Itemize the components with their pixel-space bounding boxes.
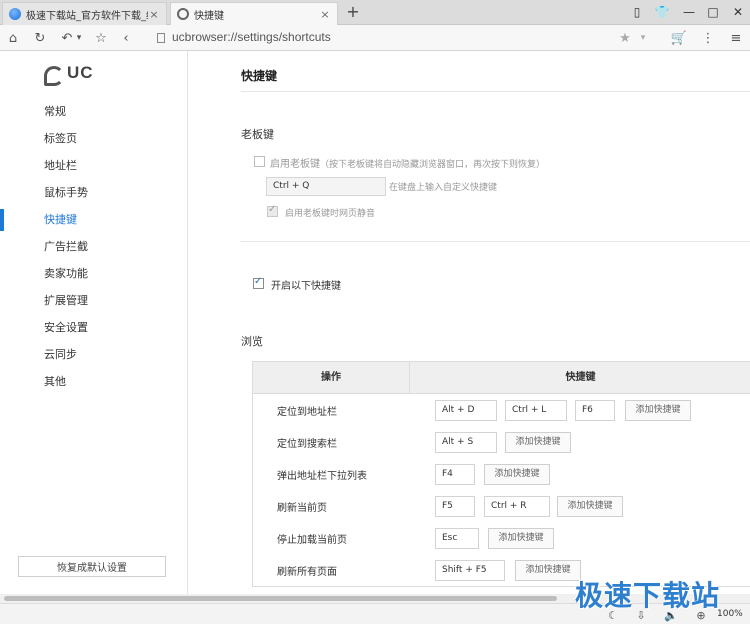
shortcut-key[interactable]: F6 — [575, 400, 615, 421]
section-title-boss-key: 老板键 — [241, 128, 274, 141]
add-shortcut-button[interactable]: 添加快捷键 — [557, 496, 623, 517]
sidebar-item-extensions[interactable]: 扩展管理 — [0, 290, 187, 312]
back-icon[interactable]: ‹ — [117, 29, 135, 47]
row-action: 定位到地址栏 — [277, 407, 337, 418]
shortcut-key[interactable]: Alt + D — [435, 400, 497, 421]
row-action: 定位到搜索栏 — [277, 439, 337, 450]
table-row: 刷新当前页 F5 Ctrl + R 添加快捷键 — [253, 490, 750, 522]
close-window-button[interactable]: ✕ — [729, 4, 747, 20]
add-shortcut-button[interactable]: 添加快捷键 — [484, 464, 550, 485]
row-action: 停止加载当前页 — [277, 535, 347, 546]
column-header-shortcut: 快捷键 — [565, 372, 596, 383]
tab-shortcuts[interactable]: 快捷键 × — [170, 2, 338, 25]
menu-icon[interactable]: ⋮ — [699, 29, 717, 47]
star-icon[interactable]: ☆ — [92, 29, 110, 47]
sidebar-item-tabs[interactable]: 标签页 — [0, 128, 187, 150]
settings-content: 快捷键 老板键 启用老板键（按下老板键将自动隐藏浏览器窗口，再次按下则恢复） C… — [189, 51, 750, 594]
minimize-button[interactable]: — — [680, 4, 698, 20]
tab-title: 快捷键 — [194, 10, 224, 22]
add-shortcut-button[interactable]: 添加快捷键 — [625, 400, 691, 421]
logo-text: UC — [67, 63, 94, 82]
table-row: 弹出地址栏下拉列表 F4 添加快捷键 — [253, 458, 750, 490]
enable-boss-key-text: 启用老板键 — [270, 159, 320, 170]
tab-title: 极速下载站_官方软件下载_绿色 — [26, 10, 148, 22]
hamburger-icon[interactable]: ≡ — [727, 29, 745, 47]
shortcut-key[interactable]: Esc — [435, 528, 479, 549]
bookmark-star-icon[interactable]: ★ — [616, 29, 634, 47]
shortcut-key[interactable]: Alt + S — [435, 432, 497, 453]
row-action: 刷新所有页面 — [277, 567, 337, 578]
shortcut-key[interactable]: Shift + F5 — [435, 560, 505, 581]
enable-shortcuts-checkbox[interactable] — [253, 276, 264, 289]
zoom-level[interactable]: 100% — [717, 609, 743, 619]
shortcut-key[interactable]: Ctrl + L — [505, 400, 567, 421]
sidebar-item-seller[interactable]: 卖家功能 — [0, 263, 187, 285]
address-input[interactable]: ucbrowser://settings/shortcuts — [172, 30, 331, 44]
shortcut-key[interactable]: F5 — [435, 496, 475, 517]
sidebar-item-general[interactable]: 常规 — [0, 101, 187, 123]
enable-boss-key-note: （按下老板键将自动隐藏浏览器窗口，再次按下则恢复） — [320, 160, 546, 170]
add-shortcut-button[interactable]: 添加快捷键 — [515, 560, 581, 581]
squirrel-logo-icon — [42, 63, 64, 86]
table-row: 定位到搜索栏 Alt + S 添加快捷键 — [253, 426, 750, 458]
enable-shortcuts-label: 开启以下快捷键 — [271, 281, 341, 292]
chevron-down-icon[interactable]: ▾ — [70, 29, 88, 47]
divider — [241, 241, 750, 242]
row-action: 刷新当前页 — [277, 503, 327, 514]
globe-icon — [9, 8, 21, 20]
sidebar-item-mouse-gestures[interactable]: 鼠标手势 — [0, 182, 187, 204]
close-icon[interactable]: × — [319, 8, 331, 21]
boss-key-hint: 在键盘上输入自定义快捷键 — [389, 183, 498, 193]
boss-key-input[interactable]: Ctrl + Q — [266, 177, 386, 196]
page-icon — [157, 33, 165, 43]
scrollbar-thumb[interactable] — [4, 596, 557, 601]
shortcuts-table: 操作 快捷键 定位到地址栏 Alt + D Ctrl + L F6 添加快捷键 … — [252, 361, 750, 587]
table-header: 操作 快捷键 — [253, 362, 750, 394]
new-tab-button[interactable]: + — [344, 3, 362, 21]
sidebar-item-security[interactable]: 安全设置 — [0, 317, 187, 339]
shirt-skin-icon[interactable]: 👕 — [653, 4, 671, 20]
tab-download-site[interactable]: 极速下载站_官方软件下载_绿色 × — [2, 2, 167, 25]
enable-boss-key-checkbox[interactable] — [254, 156, 265, 167]
tab-strip: 极速下载站_官方软件下载_绿色 × 快捷键 × + ▯ 👕 — □ ✕ — [0, 0, 750, 25]
sidebar-item-address-bar[interactable]: 地址栏 — [0, 155, 187, 177]
maximize-button[interactable]: □ — [704, 4, 722, 20]
mute-on-boss-key-label: 启用老板键时网页静音 — [285, 209, 376, 219]
sidebar-item-ad-block[interactable]: 广告拦截 — [0, 236, 187, 258]
address-toolbar: ⌂ ↻ ↶ ▾ ☆ ‹ ucbrowser://settings/shortcu… — [0, 25, 750, 51]
reload-icon[interactable]: ↻ — [31, 29, 49, 47]
row-action: 弹出地址栏下拉列表 — [277, 471, 367, 482]
page-title: 快捷键 — [241, 69, 278, 83]
sidebar-item-cloud-sync[interactable]: 云同步 — [0, 344, 187, 366]
settings-sidebar: UC 常规 标签页 地址栏 鼠标手势 快捷键 广告拦截 卖家功能 扩展管理 安全… — [0, 51, 188, 594]
sidebar-item-shortcuts[interactable]: 快捷键 — [0, 209, 187, 231]
divider — [241, 91, 750, 92]
chevron-down-icon[interactable]: ▾ — [634, 29, 652, 47]
home-icon[interactable]: ⌂ — [4, 29, 22, 47]
section-title-browse: 浏览 — [241, 335, 263, 348]
uc-logo: UC — [42, 63, 94, 86]
gear-icon — [177, 8, 189, 20]
table-row: 定位到地址栏 Alt + D Ctrl + L F6 添加快捷键 — [253, 394, 750, 426]
shortcut-key[interactable]: Ctrl + R — [484, 496, 550, 517]
tile-windows-icon[interactable]: ▯ — [628, 4, 646, 20]
table-row: 停止加载当前页 Esc 添加快捷键 — [253, 522, 750, 554]
add-shortcut-button[interactable]: 添加快捷键 — [505, 432, 571, 453]
column-header-action: 操作 — [253, 362, 410, 394]
sidebar-item-other[interactable]: 其他 — [0, 371, 187, 393]
mute-on-boss-key-checkbox[interactable] — [267, 204, 278, 217]
enable-boss-key-label: 启用老板键（按下老板键将自动隐藏浏览器窗口，再次按下则恢复） — [270, 155, 545, 170]
cart-icon[interactable]: 🛒 — [670, 29, 688, 47]
shortcut-key[interactable]: F4 — [435, 464, 475, 485]
add-shortcut-button[interactable]: 添加快捷键 — [488, 528, 554, 549]
site-watermark: 极速下载站 — [575, 579, 721, 612]
close-icon[interactable]: × — [148, 8, 160, 21]
restore-defaults-button[interactable]: 恢复成默认设置 — [18, 556, 166, 577]
